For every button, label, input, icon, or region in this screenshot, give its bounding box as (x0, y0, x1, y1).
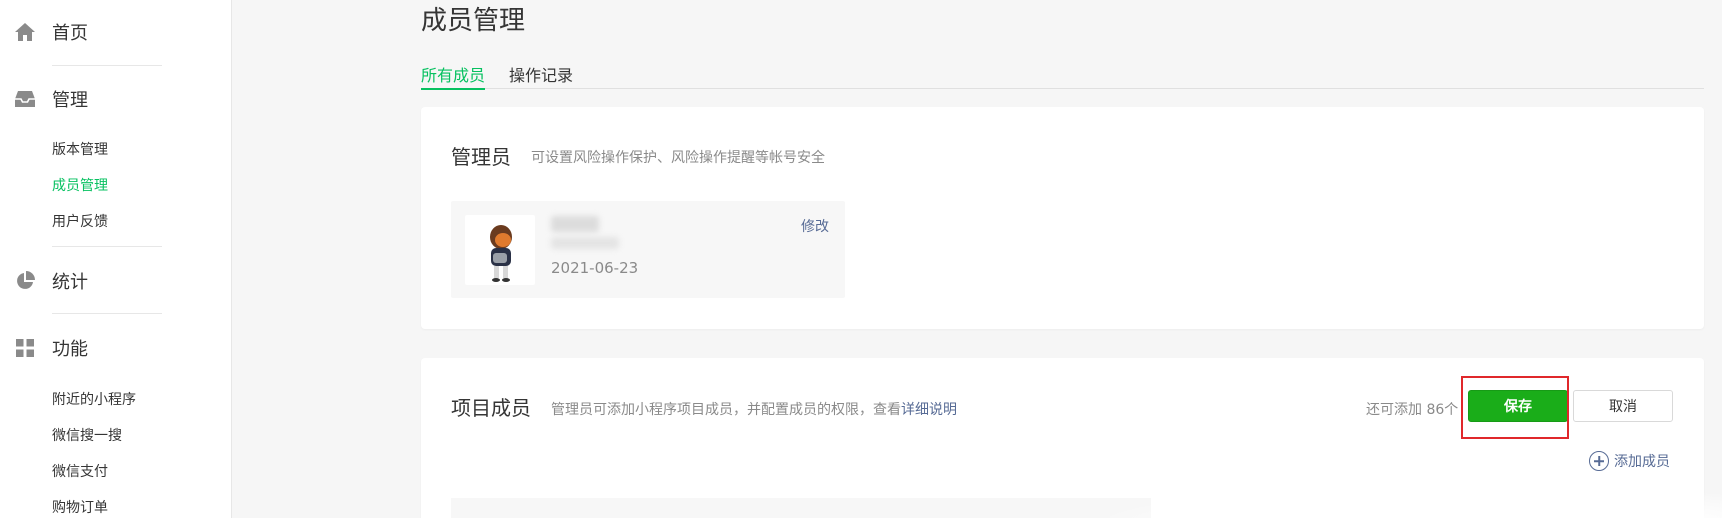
pie-chart-icon (13, 269, 37, 293)
admin-entry: 2021-06-23 修改 (451, 201, 845, 298)
sidebar-item-members[interactable]: 成员管理 (52, 175, 108, 195)
plus-circle-icon (1589, 451, 1609, 471)
tab-operation-log[interactable]: 操作记录 (509, 62, 573, 89)
sidebar-divider (52, 246, 162, 247)
grid-icon (13, 336, 37, 360)
save-button[interactable]: 保存 (1468, 390, 1568, 422)
nav-home-label: 首页 (52, 23, 88, 44)
sidebar-item-version[interactable]: 版本管理 (52, 139, 108, 159)
sidebar-divider (52, 65, 162, 66)
nav-features-label: 功能 (52, 339, 88, 360)
sidebar-divider (52, 313, 162, 314)
sidebar-item-pay[interactable]: 微信支付 (52, 461, 108, 481)
sidebar-item-feedback[interactable]: 用户反馈 (52, 211, 108, 231)
admin-card-desc: 可设置风险操作保护、风险操作提醒等帐号安全 (531, 150, 825, 166)
member-list (451, 498, 1151, 518)
members-card-desc-text: 管理员可添加小程序项目成员，并配置成员的权限，查看 (551, 402, 901, 418)
edit-admin-link[interactable]: 修改 (801, 216, 829, 236)
sidebar-item-search[interactable]: 微信搜一搜 (52, 425, 122, 445)
add-member-button[interactable]: 添加成员 (1589, 450, 1670, 472)
page-title: 成员管理 (421, 6, 526, 36)
admin-card: 管理员 可设置风险操作保护、风险操作提醒等帐号安全 2021-06-23 修改 (421, 107, 1704, 329)
members-card-desc: 管理员可添加小程序项目成员，并配置成员的权限，查看详细说明 (551, 399, 957, 419)
nav-manage-label: 管理 (52, 90, 88, 111)
admin-id-redacted (551, 237, 619, 249)
add-member-label: 添加成员 (1614, 454, 1670, 470)
members-card: 项目成员 管理员可添加小程序项目成员，并配置成员的权限，查看详细说明 (421, 358, 1704, 518)
admin-name-redacted (551, 216, 599, 232)
inbox-icon (13, 87, 37, 111)
tab-bar: 所有成员 操作记录 (421, 56, 1704, 90)
tab-all-members[interactable]: 所有成员 (421, 62, 486, 90)
sidebar: 首页 管理 版本管理 成员管理 用户反馈 统计 功能 附近的小程序 微信搜一搜 … (0, 0, 232, 518)
avatar (465, 215, 535, 285)
home-icon (13, 20, 37, 44)
cancel-button[interactable]: 取消 (1573, 390, 1673, 422)
members-card-title: 项目成员 (451, 396, 531, 420)
admin-date: 2021-06-23 (551, 259, 639, 277)
sidebar-item-orders[interactable]: 购物订单 (52, 497, 108, 517)
details-link[interactable]: 详细说明 (901, 402, 957, 418)
remaining-count: 还可添加 86个 (1366, 402, 1459, 418)
admin-card-title: 管理员 (451, 145, 511, 169)
sidebar-item-nearby[interactable]: 附近的小程序 (52, 389, 136, 409)
nav-stats-label: 统计 (52, 272, 88, 293)
